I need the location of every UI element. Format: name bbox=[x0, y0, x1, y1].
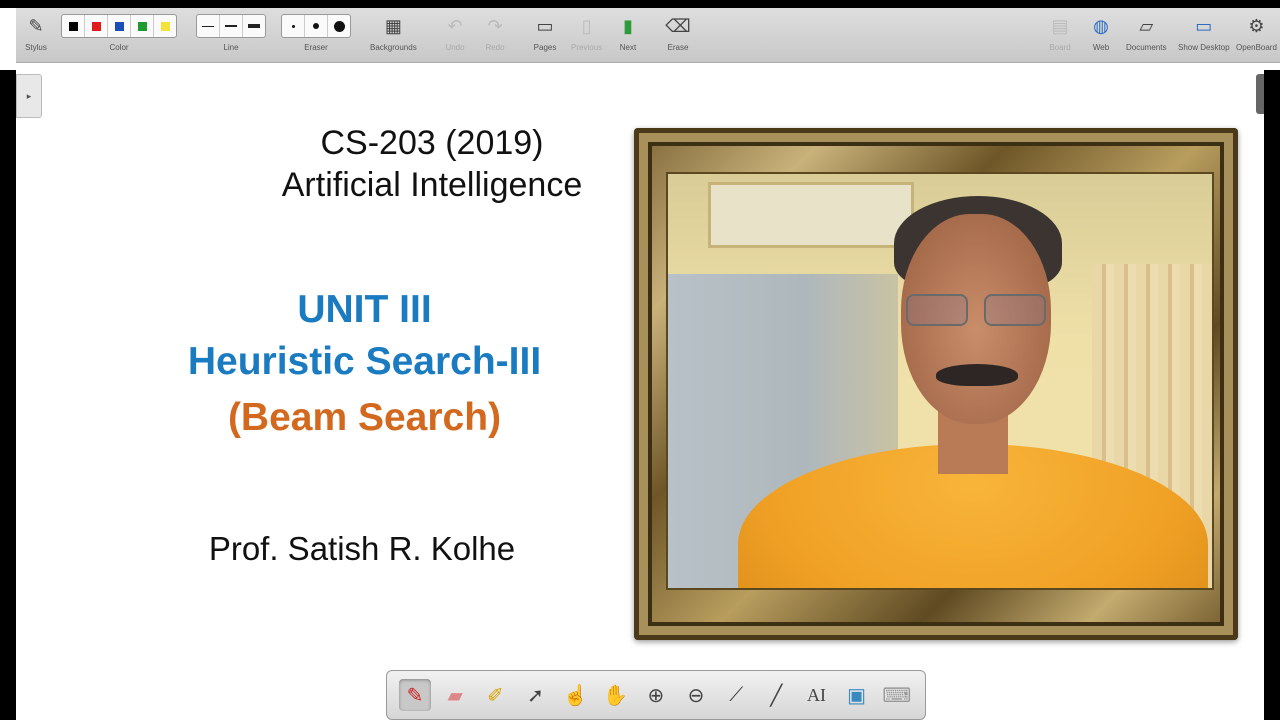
top-toolbar: ✎ Stylus Color Line Eraser ▦ Backgrounds… bbox=[16, 8, 1280, 63]
ornate-picture-frame bbox=[634, 128, 1238, 640]
line-label: Line bbox=[223, 43, 239, 52]
presenter-video bbox=[666, 172, 1214, 590]
next-group[interactable]: ▮ Next bbox=[614, 12, 642, 53]
laser-pointer-icon[interactable]: ☝ bbox=[560, 679, 592, 711]
line-icon[interactable]: ╱ bbox=[760, 679, 792, 711]
web-label: Web bbox=[1092, 43, 1110, 52]
folder-icon[interactable]: ▱ bbox=[1132, 13, 1160, 39]
color-group: Color bbox=[61, 12, 177, 52]
eraser-large-option[interactable] bbox=[328, 15, 350, 37]
show-desktop-group[interactable]: ▭ Show Desktop bbox=[1178, 12, 1230, 53]
next-label: Next bbox=[619, 43, 637, 52]
page-navigator-tab[interactable]: ▸ bbox=[16, 74, 42, 118]
bottom-toolbar: ✎ ▰ ✐ ➚ ☝ ✋ ⊕ ⊖ ⟋ ╱ AI ▣ ⌨ bbox=[386, 670, 926, 720]
eraser-icon[interactable]: ▰ bbox=[439, 679, 471, 711]
eraser-group: Eraser bbox=[281, 12, 351, 52]
pointer-stick-icon[interactable]: ⟋ bbox=[720, 679, 752, 711]
left-margin bbox=[0, 70, 16, 720]
backgrounds-label: Backgrounds bbox=[370, 43, 417, 52]
color-black-swatch[interactable] bbox=[62, 15, 85, 37]
board-label: Board bbox=[1049, 43, 1071, 52]
line-width-options bbox=[196, 14, 266, 38]
openboard-label: OpenBoard bbox=[1236, 43, 1277, 52]
stylus-label: Stylus bbox=[25, 43, 47, 52]
documents-label: Documents bbox=[1126, 43, 1167, 52]
erase-group[interactable]: ⌫ Erase bbox=[664, 12, 692, 53]
library-tab[interactable] bbox=[1256, 74, 1264, 114]
redo-label: Redo bbox=[485, 43, 505, 52]
professor-name: Prof. Satish R. Kolhe bbox=[208, 530, 516, 567]
pen-icon[interactable]: ✎ bbox=[399, 679, 432, 711]
line-thin-option[interactable] bbox=[197, 15, 220, 37]
backgrounds-group[interactable]: ▦ Backgrounds bbox=[370, 12, 417, 53]
color-palette bbox=[61, 14, 177, 38]
show-desktop-label: Show Desktop bbox=[1178, 43, 1230, 52]
highlighter-icon[interactable]: ✐ bbox=[479, 679, 511, 711]
openboard-window: ✎ Stylus Color Line Eraser ▦ Backgrounds… bbox=[0, 8, 1280, 720]
undo-label: Undo bbox=[445, 43, 465, 52]
redo-arrow-icon[interactable]: ↷ bbox=[481, 13, 509, 39]
previous-label: Previous bbox=[571, 43, 603, 52]
color-yellow-swatch[interactable] bbox=[154, 15, 176, 37]
pages-label: Pages bbox=[533, 43, 557, 52]
course-code: CS-203 (2019) bbox=[320, 124, 544, 162]
undo-arrow-icon[interactable]: ↶ bbox=[441, 13, 469, 39]
subtopic-title: (Beam Search) bbox=[227, 396, 502, 439]
line-medium-option[interactable] bbox=[220, 15, 243, 37]
virtual-keyboard-icon[interactable]: ⌨ bbox=[881, 679, 913, 711]
eraser-size-options bbox=[281, 14, 351, 38]
openboard-group[interactable]: ⚙ OpenBoard bbox=[1236, 12, 1277, 53]
previous-group[interactable]: ▯ Previous bbox=[571, 12, 603, 53]
color-green-swatch[interactable] bbox=[131, 15, 154, 37]
add-page-icon[interactable]: ▭ bbox=[531, 13, 559, 39]
documents-group[interactable]: ▱ Documents bbox=[1126, 12, 1167, 53]
stylus-pen-icon[interactable]: ✎ bbox=[22, 13, 50, 39]
redo-group[interactable]: ↷ Redo bbox=[481, 12, 509, 53]
erase-board-icon[interactable]: ⌫ bbox=[664, 13, 692, 39]
keyboard-icon[interactable]: ▦ bbox=[379, 13, 407, 39]
next-page-icon[interactable]: ▮ bbox=[614, 13, 642, 39]
board-group[interactable]: ▤ Board bbox=[1046, 12, 1074, 53]
stylus-group[interactable]: ✎ Stylus bbox=[22, 12, 50, 53]
eraser-medium-option[interactable] bbox=[305, 15, 328, 37]
line-thick-option[interactable] bbox=[243, 15, 265, 37]
monitor-icon[interactable]: ▭ bbox=[1190, 13, 1218, 39]
previous-page-icon[interactable]: ▯ bbox=[573, 13, 601, 39]
text-icon[interactable]: AI bbox=[800, 679, 832, 711]
color-blue-swatch[interactable] bbox=[108, 15, 131, 37]
topic-title: Heuristic Search-III bbox=[187, 340, 542, 383]
undo-group[interactable]: ↶ Undo bbox=[441, 12, 469, 53]
right-margin bbox=[1264, 70, 1280, 720]
settings-gear-icon[interactable]: ⚙ bbox=[1242, 13, 1270, 39]
course-name: Artificial Intelligence bbox=[281, 166, 583, 204]
zoom-out-icon[interactable]: ⊖ bbox=[680, 679, 712, 711]
globe-icon[interactable]: ◍ bbox=[1087, 13, 1115, 39]
pages-group[interactable]: ▭ Pages bbox=[531, 12, 559, 53]
color-label: Color bbox=[109, 43, 129, 52]
eraser-label: Eraser bbox=[304, 43, 328, 52]
expand-arrow-icon: ▸ bbox=[26, 90, 32, 101]
unit-title: UNIT III bbox=[297, 288, 432, 331]
line-group: Line bbox=[196, 12, 266, 52]
eraser-small-option[interactable] bbox=[282, 15, 305, 37]
color-red-swatch[interactable] bbox=[85, 15, 108, 37]
zoom-in-icon[interactable]: ⊕ bbox=[640, 679, 672, 711]
board-icon[interactable]: ▤ bbox=[1046, 13, 1074, 39]
selector-arrow-icon[interactable]: ➚ bbox=[519, 679, 551, 711]
web-group[interactable]: ◍ Web bbox=[1087, 12, 1115, 53]
erase-label: Erase bbox=[667, 43, 689, 52]
hand-icon[interactable]: ✋ bbox=[600, 679, 632, 711]
capture-icon[interactable]: ▣ bbox=[841, 679, 873, 711]
